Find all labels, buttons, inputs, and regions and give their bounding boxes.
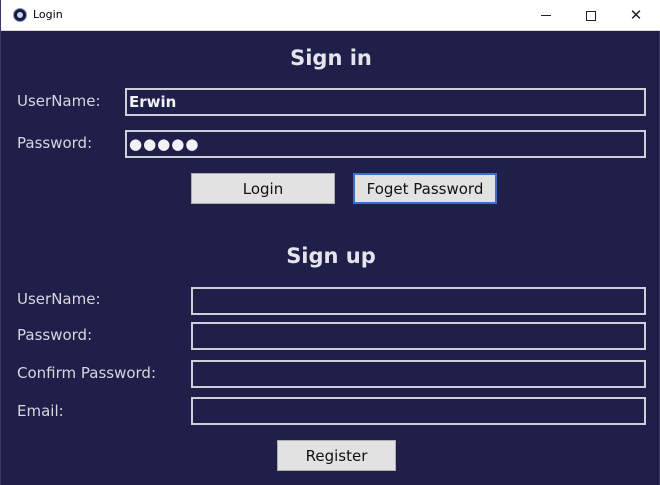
signin-username-label: UserName: xyxy=(17,92,101,110)
signin-heading: Sign in xyxy=(290,46,372,70)
signin-password-label: Password: xyxy=(17,134,93,152)
login-button[interactable]: Login xyxy=(191,173,335,204)
signup-username-input[interactable] xyxy=(191,287,646,315)
app-icon xyxy=(13,8,27,22)
minimize-button[interactable] xyxy=(523,0,569,31)
signup-heading: Sign up xyxy=(286,244,376,268)
signin-password-input[interactable]: ●●●●● xyxy=(125,130,646,158)
signup-confirm-password-input[interactable] xyxy=(191,360,646,388)
maximize-button[interactable] xyxy=(568,0,614,31)
register-button[interactable]: Register xyxy=(277,440,396,471)
maximize-icon xyxy=(586,10,596,21)
signup-password-input[interactable] xyxy=(191,322,646,350)
signup-password-label: Password: xyxy=(17,326,93,344)
minimize-icon xyxy=(541,15,551,16)
window-title: Login xyxy=(33,8,63,21)
forgot-password-button[interactable]: Foget Password xyxy=(353,173,497,204)
signup-username-label: UserName: xyxy=(17,290,101,308)
signin-username-input[interactable]: Erwin xyxy=(125,88,646,116)
signup-email-input[interactable] xyxy=(191,397,646,425)
close-icon: ✕ xyxy=(629,6,643,24)
close-button[interactable]: ✕ xyxy=(613,0,659,31)
signup-email-label: Email: xyxy=(17,402,64,420)
signup-confirm-password-label: Confirm Password: xyxy=(17,364,157,382)
title-bar[interactable]: Login ✕ xyxy=(1,0,660,31)
login-window: Login ✕ Sign in UserName: Erwin Password… xyxy=(0,0,660,485)
